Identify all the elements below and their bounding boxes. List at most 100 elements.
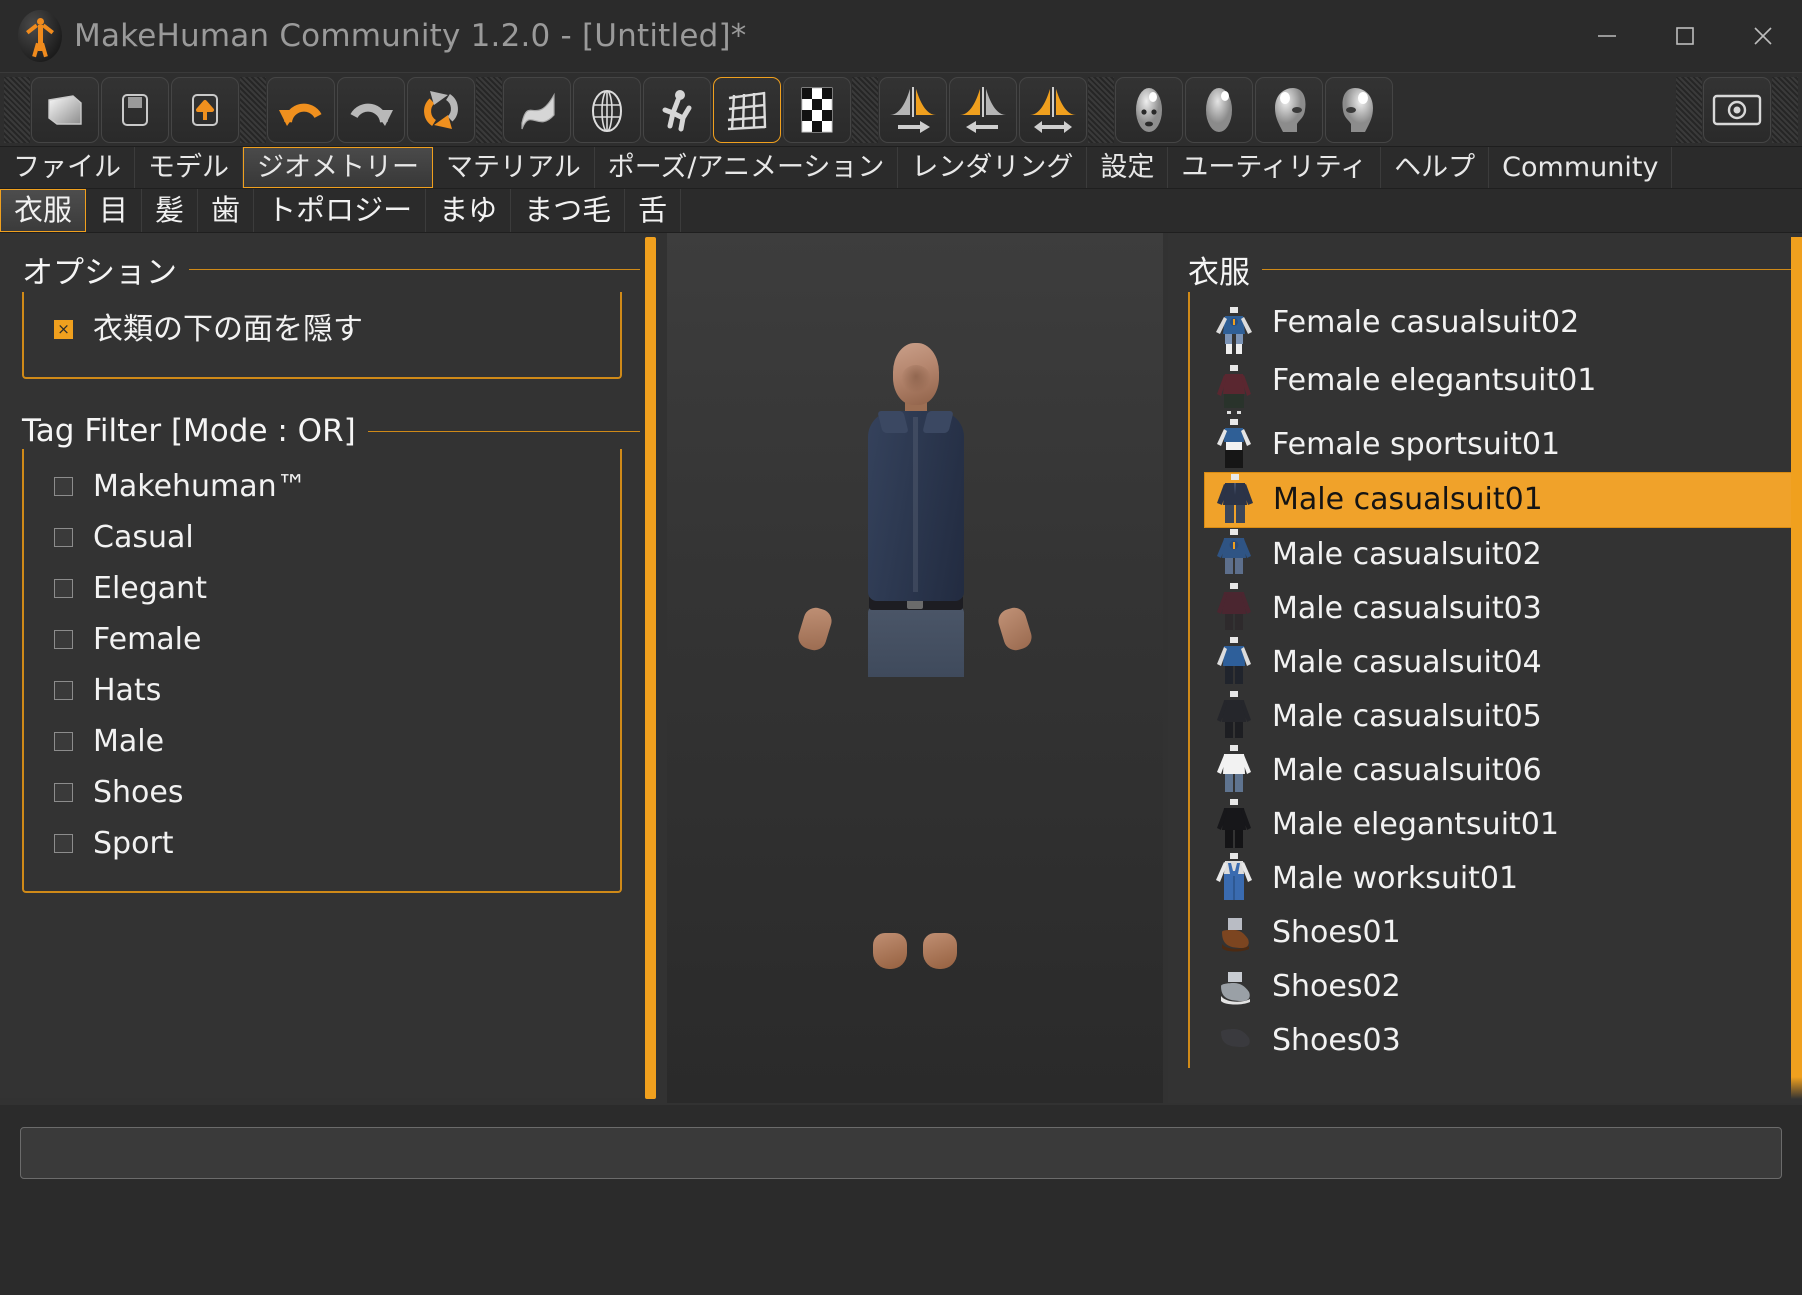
shoes01-thumbnail: [1208, 906, 1260, 960]
viewport-area: [645, 233, 1163, 1103]
list-item[interactable]: Male casualsuit04: [1204, 636, 1802, 690]
male-casualsuit04-thumbnail: [1208, 636, 1260, 690]
tab-clothes[interactable]: 衣服: [0, 189, 87, 232]
hide-faces-under-clothes-checkbox[interactable]: 衣類の下の面を隠す: [24, 304, 620, 355]
checkbox-unchecked-icon: [54, 579, 73, 598]
group-divider: [189, 269, 640, 270]
list-item-label: Shoes03: [1272, 1023, 1401, 1059]
menu-pose-animation[interactable]: ポーズ/アニメーション: [594, 147, 899, 188]
menu-help[interactable]: ヘルプ: [1381, 147, 1490, 188]
list-item[interactable]: Male worksuit01: [1204, 852, 1802, 906]
tag-elegant-label: Elegant: [93, 571, 207, 606]
tab-eyes[interactable]: 目: [86, 189, 143, 232]
undo-button[interactable]: [267, 76, 335, 143]
list-item[interactable]: Male elegantsuit01: [1204, 798, 1802, 852]
tag-sport-checkbox[interactable]: Sport: [24, 818, 620, 869]
tab-teeth[interactable]: 歯: [198, 189, 255, 232]
menu-rendering[interactable]: レンダリング: [898, 147, 1088, 188]
male-casualsuit01-thumbnail: [1209, 473, 1261, 527]
list-item[interactable]: Male casualsuit05: [1204, 690, 1802, 744]
toolbar-separator: [1088, 76, 1114, 143]
tag-female-checkbox[interactable]: Female: [24, 614, 620, 665]
symmetry-left-button[interactable]: [949, 76, 1017, 143]
view-front-button[interactable]: [1115, 76, 1183, 143]
list-item[interactable]: Female elegantsuit01: [1204, 360, 1802, 418]
tab-tongue[interactable]: 舌: [625, 189, 682, 232]
grab-screen-button[interactable]: [1703, 76, 1771, 143]
menu-model[interactable]: モデル: [135, 147, 243, 188]
list-item[interactable]: Male casualsuit02: [1204, 528, 1802, 582]
window-controls: [1568, 0, 1802, 72]
main-toolbar: [0, 72, 1802, 147]
model-jeans: [868, 605, 964, 677]
reset-mesh-button[interactable]: [407, 76, 475, 143]
symmetry-both-button[interactable]: [1019, 76, 1087, 143]
menu-utilities[interactable]: ユーティリティ: [1168, 147, 1382, 188]
smooth-button[interactable]: [503, 76, 571, 143]
model-right-foot: [923, 933, 957, 969]
list-item-label: Shoes01: [1272, 915, 1401, 951]
list-item[interactable]: Female casualsuit02: [1204, 302, 1802, 360]
list-item-label: Male casualsuit01: [1273, 482, 1543, 518]
new-file-button[interactable]: [31, 76, 99, 143]
uv-checker-button[interactable]: [783, 76, 851, 143]
list-item[interactable]: Female sportsuit01: [1204, 418, 1802, 472]
3d-viewport[interactable]: [667, 233, 1163, 1103]
checkbox-unchecked-icon: [54, 732, 73, 751]
menu-file[interactable]: ファイル: [0, 147, 135, 188]
list-item-selected[interactable]: Male casualsuit01: [1204, 472, 1802, 528]
list-item[interactable]: Male casualsuit06: [1204, 744, 1802, 798]
list-item[interactable]: Male casualsuit03: [1204, 582, 1802, 636]
close-button[interactable]: [1724, 0, 1802, 72]
list-item[interactable]: Shoes01: [1204, 906, 1802, 960]
sub-tab-bar: 衣服 目 髪 歯 トポロジー まゆ まつ毛 舌: [0, 189, 1802, 233]
subdivide-button[interactable]: [713, 76, 781, 143]
menu-material[interactable]: マテリアル: [433, 147, 595, 188]
menu-geometry[interactable]: ジオメトリー: [243, 147, 433, 188]
tab-topology[interactable]: トポロジー: [254, 189, 427, 232]
toolbar-separator: [1772, 76, 1798, 143]
view-right-button[interactable]: [1325, 76, 1393, 143]
list-fade-overlay: [1168, 1077, 1802, 1103]
model-left-hand: [795, 604, 835, 654]
viewport-left-scrollbar[interactable]: [645, 237, 656, 1099]
tag-male-label: Male: [93, 724, 165, 759]
view-left-button[interactable]: [1255, 76, 1323, 143]
pose-button[interactable]: [643, 76, 711, 143]
group-divider: [367, 430, 640, 432]
list-item[interactable]: Shoes03: [1204, 1014, 1802, 1068]
tag-casual-checkbox[interactable]: Casual: [24, 512, 620, 563]
tab-hair[interactable]: 髪: [142, 189, 199, 232]
menu-community[interactable]: Community: [1489, 147, 1673, 188]
tag-male-checkbox[interactable]: Male: [24, 716, 620, 767]
maximize-button[interactable]: [1646, 0, 1724, 72]
shoes03-thumbnail: [1208, 1014, 1260, 1068]
checkbox-unchecked-icon: [54, 681, 73, 700]
tag-elegant-checkbox[interactable]: Elegant: [24, 563, 620, 614]
hide-faces-under-clothes-label: 衣類の下の面を隠す: [93, 312, 363, 347]
clothes-group: 衣服 Female casualsuit02 Female elegantsui…: [1188, 247, 1802, 1068]
window-title: MakeHuman Community 1.2.0 - [Untitled]*: [74, 18, 747, 54]
tag-makehuman-checkbox[interactable]: Makehuman™: [24, 461, 620, 512]
symmetry-right-button[interactable]: [879, 76, 947, 143]
load-file-button[interactable]: [171, 76, 239, 143]
list-item-label: Male casualsuit06: [1272, 753, 1542, 789]
redo-button[interactable]: [337, 76, 405, 143]
menu-settings[interactable]: 設定: [1087, 147, 1169, 188]
list-item[interactable]: Shoes02: [1204, 960, 1802, 1014]
tag-hats-checkbox[interactable]: Hats: [24, 665, 620, 716]
tab-eyebrows[interactable]: まゆ: [426, 189, 512, 232]
tag-makehuman-label: Makehuman™: [93, 469, 307, 504]
list-item-label: Male casualsuit05: [1272, 699, 1542, 735]
wireframe-button[interactable]: [573, 76, 641, 143]
view-back-button[interactable]: [1185, 76, 1253, 143]
tag-shoes-checkbox[interactable]: Shoes: [24, 767, 620, 818]
minimize-button[interactable]: [1568, 0, 1646, 72]
save-file-button[interactable]: [101, 76, 169, 143]
tab-eyelashes[interactable]: まつ毛: [511, 189, 626, 232]
checkbox-unchecked-icon: [54, 783, 73, 802]
toolbar-separator: [852, 76, 878, 143]
makehuman-logo: [18, 10, 62, 62]
clothes-list-scrollbar[interactable]: [1791, 237, 1802, 1099]
list-item-label: Male casualsuit03: [1272, 591, 1542, 627]
